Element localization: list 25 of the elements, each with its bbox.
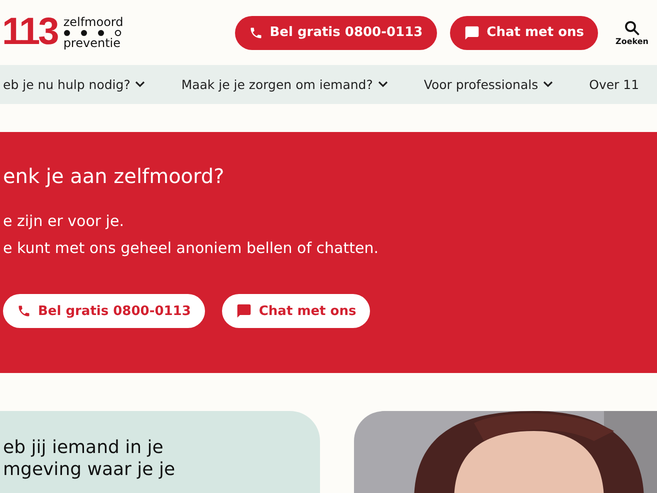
phone-icon xyxy=(17,304,31,318)
logo-text: preventie xyxy=(63,36,122,50)
nav-item[interactable]: eb je nu hulp nodig? xyxy=(3,77,146,92)
nav-item[interactable]: Voor professionals xyxy=(424,77,554,92)
search-icon xyxy=(623,19,641,37)
logo-text: zelfmoord xyxy=(63,16,124,28)
banner-text: e zijn er voor je. xyxy=(3,211,125,232)
chevron-down-icon xyxy=(378,81,388,88)
chat-icon xyxy=(236,303,252,319)
chat-icon xyxy=(464,24,480,40)
banner-text: e kunt met ons geheel anoniem bellen of chatten. xyxy=(3,238,380,259)
card-heading: eb jij iemand in je xyxy=(3,437,164,459)
logo-number: 113 xyxy=(2,11,58,54)
search-button[interactable]: Zoeken xyxy=(615,19,649,46)
chevron-down-icon xyxy=(135,81,146,88)
call-button[interactable]: Bel gratis 0800-0113 xyxy=(234,16,437,50)
card-heading: mgeving waar je je xyxy=(3,459,176,481)
nav-item[interactable]: Maak je je zorgen om iemand? xyxy=(181,77,388,92)
chat-button[interactable]: Chat met ons xyxy=(450,16,598,50)
call-button[interactable]: Bel gratis 0800-0113 xyxy=(3,294,205,328)
chat-button[interactable]: Chat met ons xyxy=(222,294,370,328)
chevron-down-icon xyxy=(543,81,554,88)
nav-item[interactable]: Over 11 xyxy=(589,77,640,92)
banner-title: enk je aan zelfmoord? xyxy=(3,164,226,188)
phone-icon xyxy=(248,26,263,40)
